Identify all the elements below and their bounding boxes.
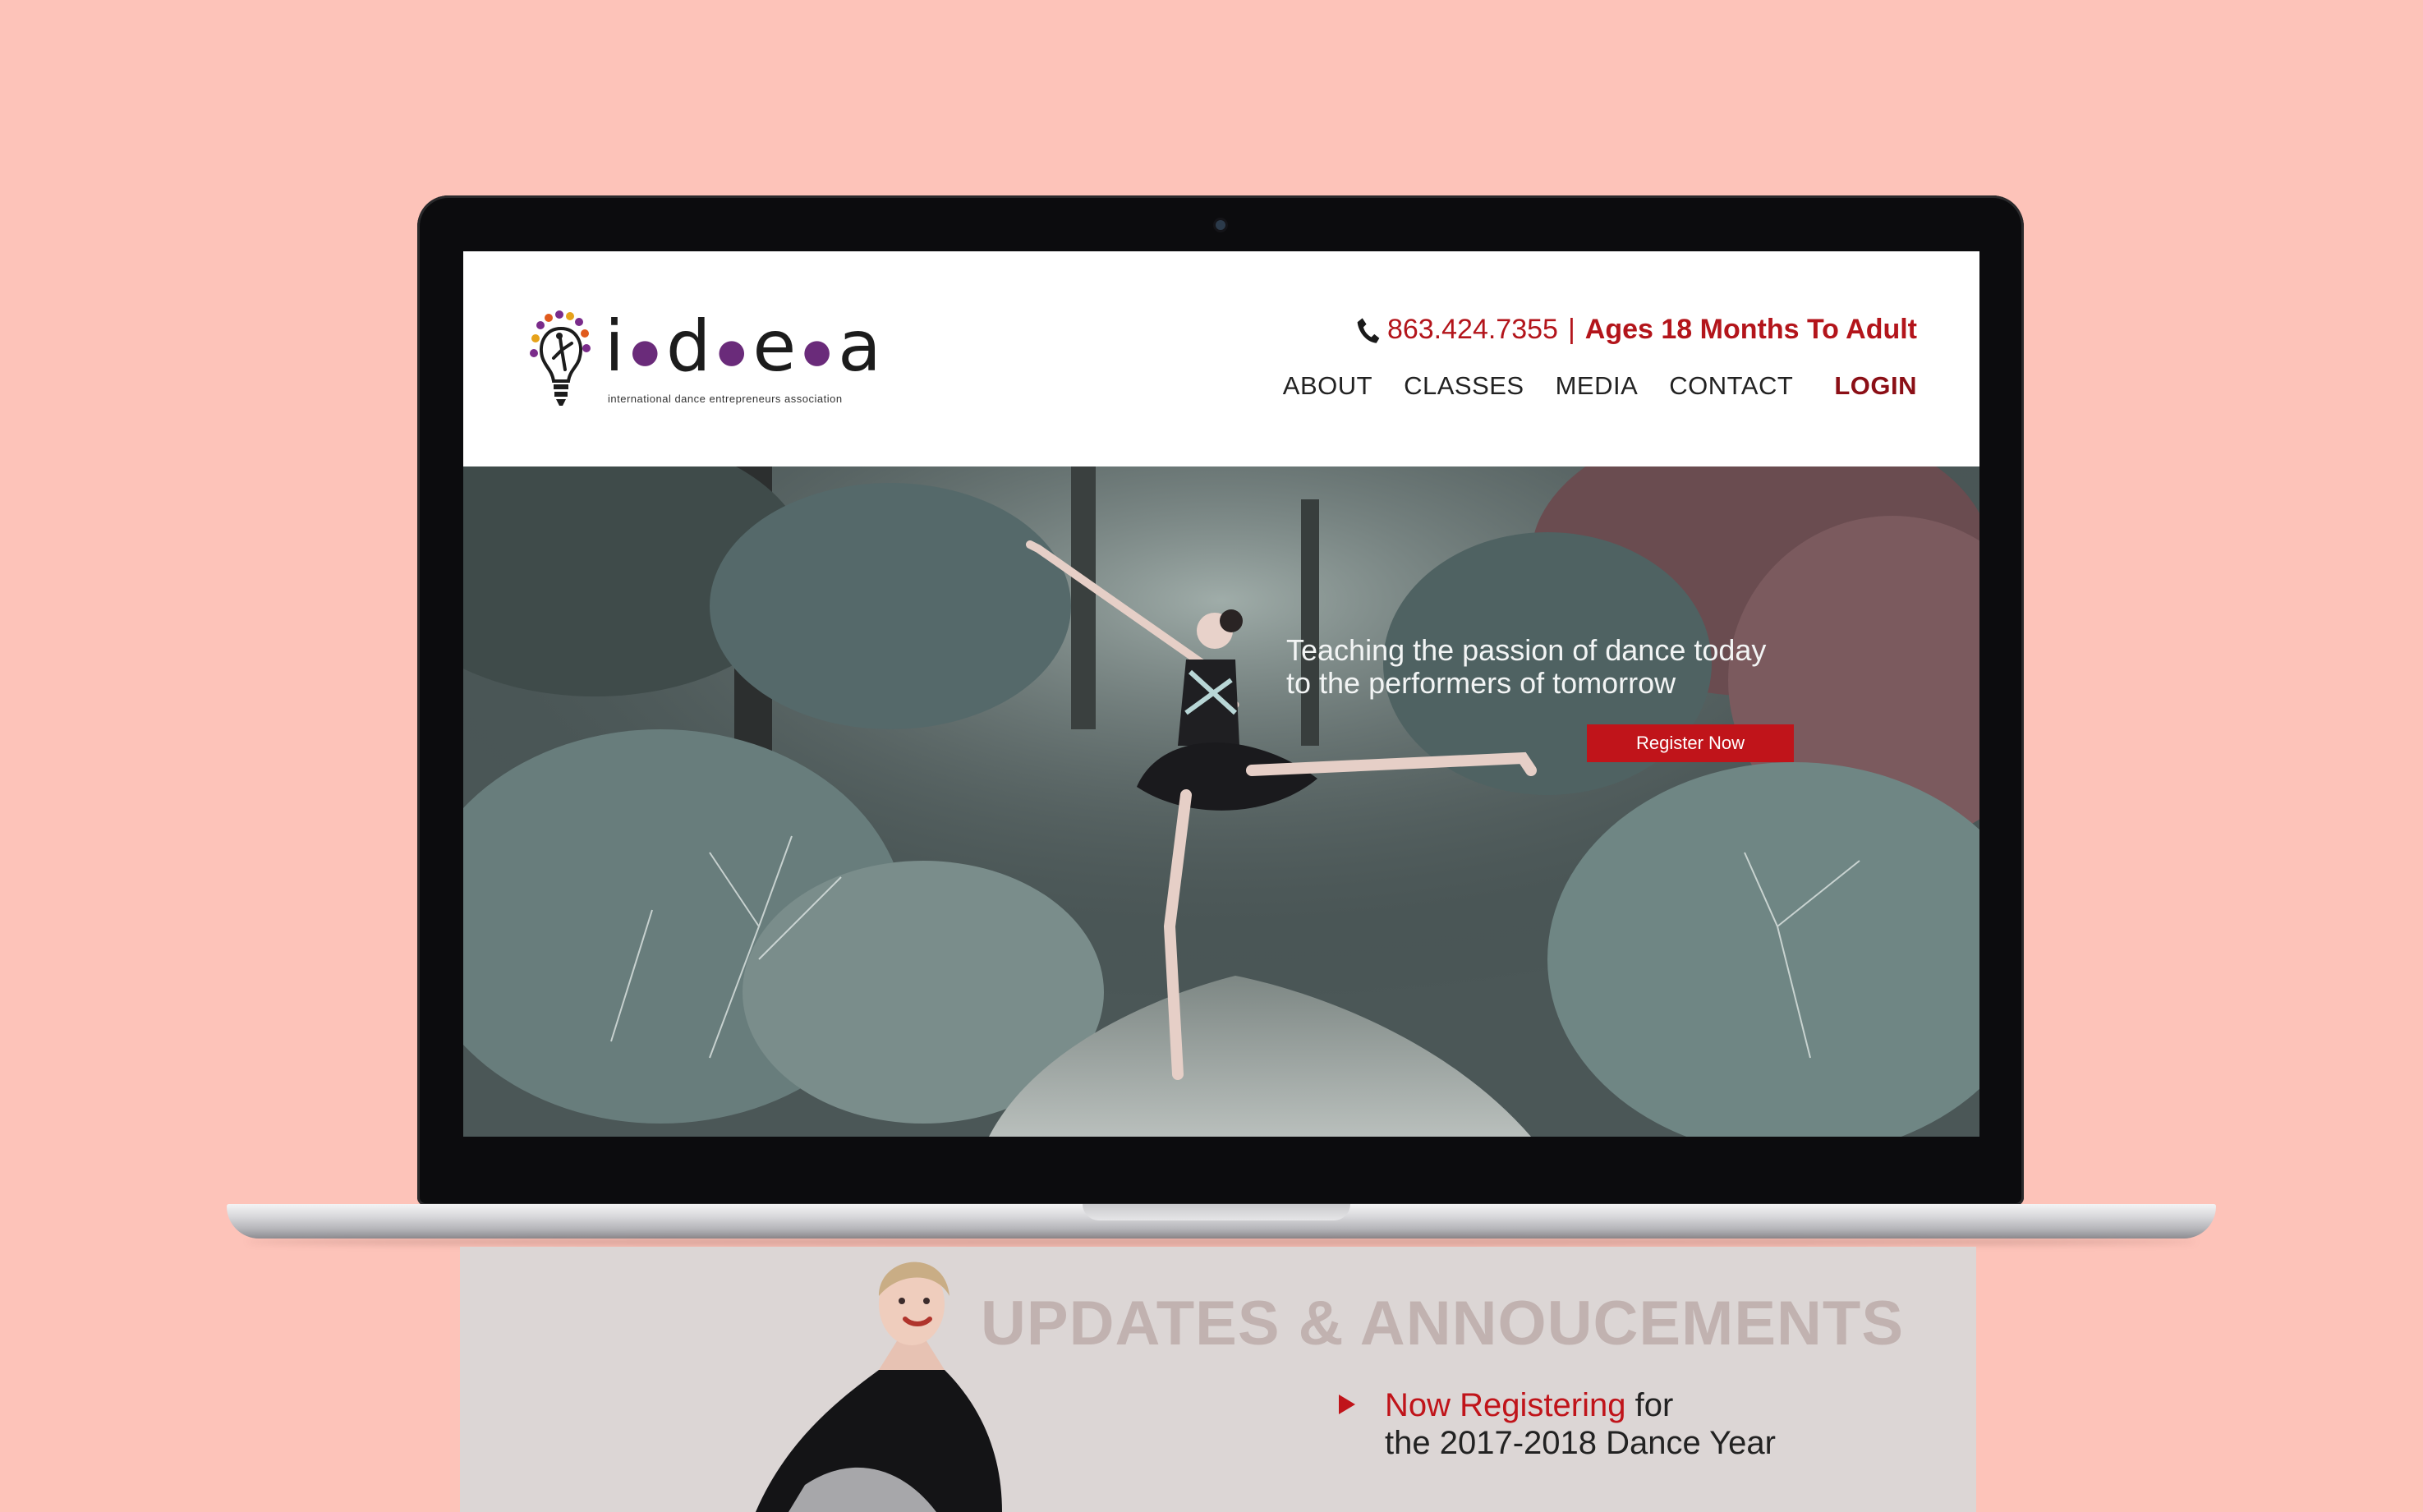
- nav-item-media[interactable]: MEDIA: [1556, 371, 1639, 401]
- nav-item-classes[interactable]: CLASSES: [1404, 371, 1524, 401]
- logo-dot: ●: [630, 332, 661, 370]
- logo-tagline: international dance entrepreneurs associ…: [608, 393, 843, 405]
- hero-tagline-line2: to the performers of tomorrow: [1286, 666, 1676, 700]
- logo-letter: i: [605, 306, 626, 388]
- update-highlight: Now Registering: [1385, 1387, 1626, 1423]
- hero-banner: Teaching the passion of dance today to t…: [463, 466, 1979, 1137]
- updates-section: UPDATES & ANNOUCEMENTS Now Registering f…: [460, 1247, 1976, 1512]
- red-triangle-bullet-icon: [1339, 1395, 1355, 1414]
- site-header: i ●d ●e ●a international dance entrepreneur…: [463, 251, 1979, 466]
- update-line2: the 2017-2018 Dance Year: [1385, 1425, 1776, 1461]
- lightbulb-dancer-logo-icon: [530, 310, 591, 406]
- contact-line: 863.424.7355 | Ages 18 Months To Adult: [1356, 314, 1917, 346]
- main-nav: ABOUT CLASSES MEDIA CONTACT LOGIN: [1283, 371, 1917, 401]
- logo-letter: e: [752, 306, 798, 388]
- update-text: for: [1625, 1387, 1674, 1423]
- updates-title: UPDATES & ANNOUCEMENTS: [981, 1289, 1905, 1358]
- logo-letter: a: [838, 306, 883, 388]
- logo-dot: ●: [802, 332, 834, 370]
- nav-item-login[interactable]: LOGIN: [1834, 371, 1917, 401]
- phone-number-link[interactable]: 863.424.7355: [1387, 314, 1558, 346]
- logo-dot: ●: [717, 332, 748, 370]
- laptop-screen: i ●d ●e ●a international dance entrepreneur…: [463, 251, 1979, 1137]
- register-now-button[interactable]: Register Now: [1587, 724, 1794, 762]
- hero-ballerina-forest-image: [463, 466, 1979, 1137]
- nav-item-about[interactable]: ABOUT: [1283, 371, 1372, 401]
- age-range-text: Ages 18 Months To Adult: [1584, 314, 1917, 345]
- nav-item-contact[interactable]: CONTACT: [1669, 371, 1793, 401]
- hero-tagline: Teaching the passion of dance today to t…: [1286, 634, 1766, 700]
- laptop-shadow: [246, 1237, 2196, 1247]
- hero-tagline-line1: Teaching the passion of dance today: [1286, 633, 1767, 667]
- smiling-dancer-photo: [756, 1262, 1002, 1512]
- idea-logo[interactable]: i ●d ●e ●a international dance entrepreneur…: [529, 306, 890, 417]
- laptop-base-notch: [1083, 1204, 1350, 1220]
- logo-wordmark: i ●d ●e ●a: [605, 306, 883, 393]
- logo-letter: d: [665, 306, 713, 388]
- camera-icon: [1216, 220, 1225, 230]
- phone-icon: [1357, 317, 1380, 343]
- contact-separator: |: [1567, 314, 1575, 345]
